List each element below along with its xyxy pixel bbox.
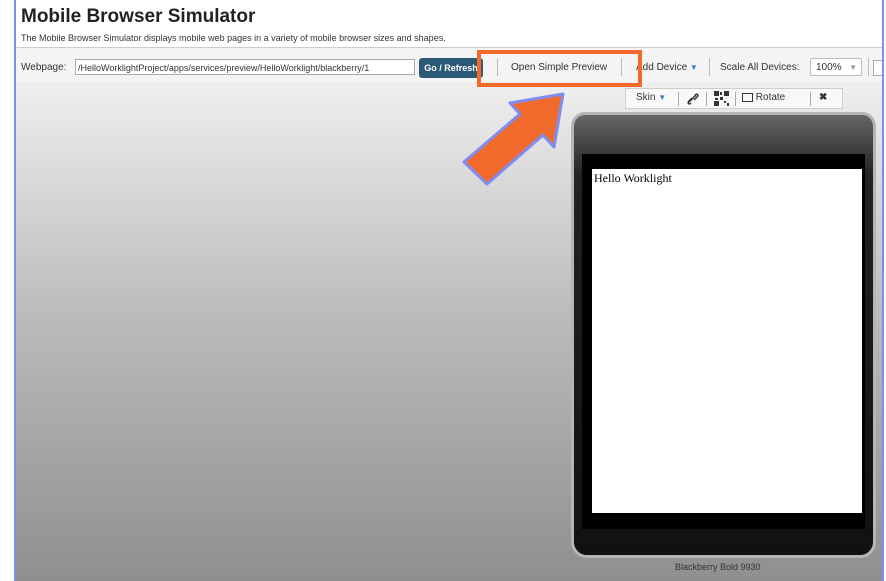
skin-menu[interactable]: Skin ▼ bbox=[636, 92, 666, 103]
rotate-button[interactable]: Rotate bbox=[742, 92, 785, 103]
device-name-label: Blackberry Bold 9930 bbox=[675, 562, 761, 572]
chevron-down-icon: ▼ bbox=[689, 63, 698, 72]
rotate-label: Rotate bbox=[755, 92, 786, 103]
go-refresh-button[interactable]: Go / Refresh bbox=[419, 58, 483, 78]
link-icon[interactable] bbox=[686, 92, 700, 106]
toolbar-divider bbox=[868, 58, 869, 76]
simulator-window: Mobile Browser Simulator The Mobile Brow… bbox=[14, 0, 884, 581]
device-content-text: Hello Worklight bbox=[594, 171, 672, 185]
toolbar-divider bbox=[678, 92, 679, 106]
toolbar-checkbox[interactable] bbox=[873, 60, 882, 76]
qr-code-icon[interactable] bbox=[714, 91, 729, 106]
chevron-down-icon: ▼ bbox=[849, 63, 857, 72]
add-device-button[interactable]: Add Device ▼ bbox=[636, 62, 698, 73]
main-toolbar: Webpage: /HelloWorklightProject/apps/ser… bbox=[16, 47, 882, 82]
device-screen[interactable]: Hello Worklight bbox=[592, 169, 862, 513]
webpage-url-input[interactable]: /HelloWorklightProject/apps/services/pre… bbox=[75, 59, 415, 75]
rotate-icon bbox=[742, 92, 753, 102]
toolbar-divider bbox=[709, 58, 710, 76]
annotation-highlight-box bbox=[477, 50, 642, 87]
scale-value: 100% bbox=[816, 62, 842, 73]
scale-select[interactable]: 100% ▼ bbox=[810, 58, 862, 76]
toolbar-divider bbox=[735, 92, 736, 106]
toolbar-divider bbox=[706, 92, 707, 106]
page-title: Mobile Browser Simulator bbox=[21, 6, 256, 27]
webpage-label: Webpage: bbox=[21, 62, 67, 73]
toolbar-divider bbox=[810, 92, 811, 106]
device-toolbar: Skin ▼ Rotate ✖ bbox=[625, 88, 843, 109]
scale-all-devices-label: Scale All Devices: bbox=[720, 62, 800, 73]
add-device-label: Add Device bbox=[636, 62, 688, 73]
page-subtitle: The Mobile Browser Simulator displays mo… bbox=[21, 33, 446, 43]
chevron-down-icon: ▼ bbox=[658, 93, 667, 102]
annotation-arrow-icon bbox=[462, 92, 565, 186]
skin-label: Skin bbox=[636, 92, 656, 103]
device-frame: Hello Worklight bbox=[571, 112, 876, 558]
close-icon[interactable]: ✖ bbox=[819, 92, 827, 103]
